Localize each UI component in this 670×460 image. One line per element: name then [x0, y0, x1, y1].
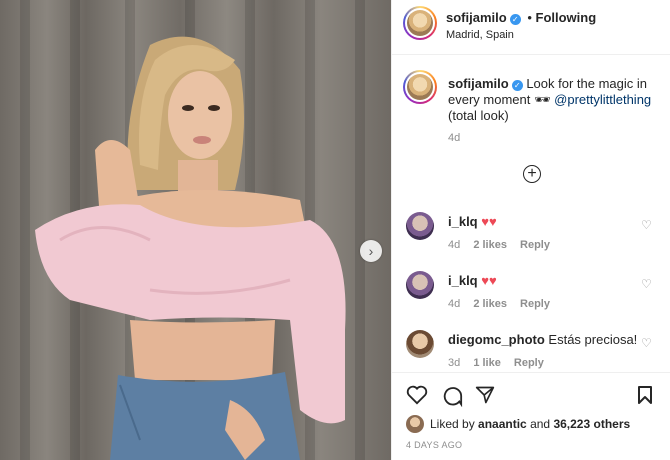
caption-avatar[interactable] — [407, 74, 433, 100]
comment-likes[interactable]: 2 likes — [473, 298, 507, 310]
following-button[interactable]: Following — [536, 10, 597, 25]
comment-username[interactable]: i_klq — [448, 214, 478, 229]
heart-emoji: ♥♥ — [481, 273, 497, 288]
comment-username[interactable]: i_klq — [448, 273, 478, 288]
post-header: sofijamilo ✓ • Following Madrid, Spain — [392, 0, 670, 55]
likes-summary: Liked by anaantic and 36,223 others — [430, 417, 630, 431]
header-title: sofijamilo ✓ • Following — [446, 10, 596, 25]
comment-meta: 3d 1 like Reply — [448, 357, 554, 369]
comment-time: 4d — [448, 239, 461, 251]
comment-username[interactable]: diegomc_photo — [448, 332, 545, 347]
comment-meta: 4d 2 likes Reply — [448, 298, 560, 310]
comment-avatar[interactable] — [406, 212, 434, 240]
caption-text-part2: (total look) — [448, 108, 509, 123]
caption-time: 4d — [448, 132, 461, 144]
location-link[interactable]: Madrid, Spain — [446, 29, 514, 41]
like-comment-icon[interactable]: ♡ — [641, 277, 652, 291]
like-comment-icon[interactable]: ♡ — [641, 218, 652, 232]
comment-likes[interactable]: 2 likes — [473, 239, 507, 251]
sunglasses-emoji: 🕶 — [534, 92, 551, 107]
verified-badge-icon: ✓ — [509, 14, 521, 25]
liker-username[interactable]: anaantic — [478, 417, 527, 431]
comment-text: i_klq ♥♥ — [448, 214, 497, 229]
like-comment-icon[interactable]: ♡ — [641, 336, 652, 350]
model-figure — [35, 36, 346, 460]
comment-item: i_klq ♥♥ 4d 2 likes Reply ♡ — [392, 210, 670, 260]
chevron-right-icon: › — [368, 243, 374, 259]
reply-button[interactable]: Reply — [514, 357, 544, 369]
likes-prefix: Liked by — [430, 417, 475, 431]
heart-icon[interactable] — [406, 385, 428, 405]
verified-badge-icon: ✓ — [511, 80, 523, 91]
liker-avatar[interactable] — [406, 415, 424, 433]
likes-connector: and — [530, 417, 551, 431]
likes-others-link[interactable]: 36,223 others — [553, 417, 630, 431]
heart-emoji: ♥♥ — [481, 214, 497, 229]
bookmark-icon[interactable] — [637, 385, 653, 405]
comment-icon[interactable] — [441, 385, 463, 407]
comment-time: 3d — [448, 357, 461, 369]
username-link[interactable]: sofijamilo — [446, 10, 507, 25]
comment-avatar[interactable] — [406, 330, 434, 358]
post-timestamp: 4 DAYS AGO — [406, 440, 463, 450]
caption-username-link[interactable]: sofijamilo — [448, 76, 509, 91]
share-icon[interactable] — [475, 385, 495, 405]
instagram-post: › sofijamilo ✓ • Following Madrid, Spain … — [0, 0, 670, 460]
comment-text: diegomc_photo Estás preciosa! — [448, 332, 637, 347]
plus-circle-icon[interactable]: + — [523, 165, 541, 183]
comment-item: diegomc_photo Estás preciosa! 3d 1 like … — [392, 328, 670, 378]
comment-body: Estás preciosa! — [548, 332, 638, 347]
comment-text: i_klq ♥♥ — [448, 273, 497, 288]
comment-avatar[interactable] — [406, 271, 434, 299]
mention-link[interactable]: @prettylittlething — [554, 92, 651, 107]
reply-button[interactable]: Reply — [520, 298, 550, 310]
comment-likes[interactable]: 1 like — [473, 357, 501, 369]
follow-separator: • — [527, 10, 532, 25]
comment-time: 4d — [448, 298, 461, 310]
reply-button[interactable]: Reply — [520, 239, 550, 251]
post-sidebar: sofijamilo ✓ • Following Madrid, Spain so… — [391, 0, 670, 460]
avatar[interactable] — [407, 10, 433, 36]
caption: sofijamilo ✓ Look for the magic in every … — [392, 56, 670, 156]
post-photo[interactable]: › — [0, 0, 391, 460]
comment-meta: 4d 2 likes Reply — [448, 239, 560, 251]
caption-text: sofijamilo ✓ Look for the magic in every … — [448, 76, 658, 124]
action-bar: Liked by anaantic and 36,223 others 4 DA… — [392, 372, 670, 460]
next-image-button[interactable]: › — [360, 240, 382, 262]
comment-item: i_klq ♥♥ 4d 2 likes Reply ♡ — [392, 269, 670, 319]
